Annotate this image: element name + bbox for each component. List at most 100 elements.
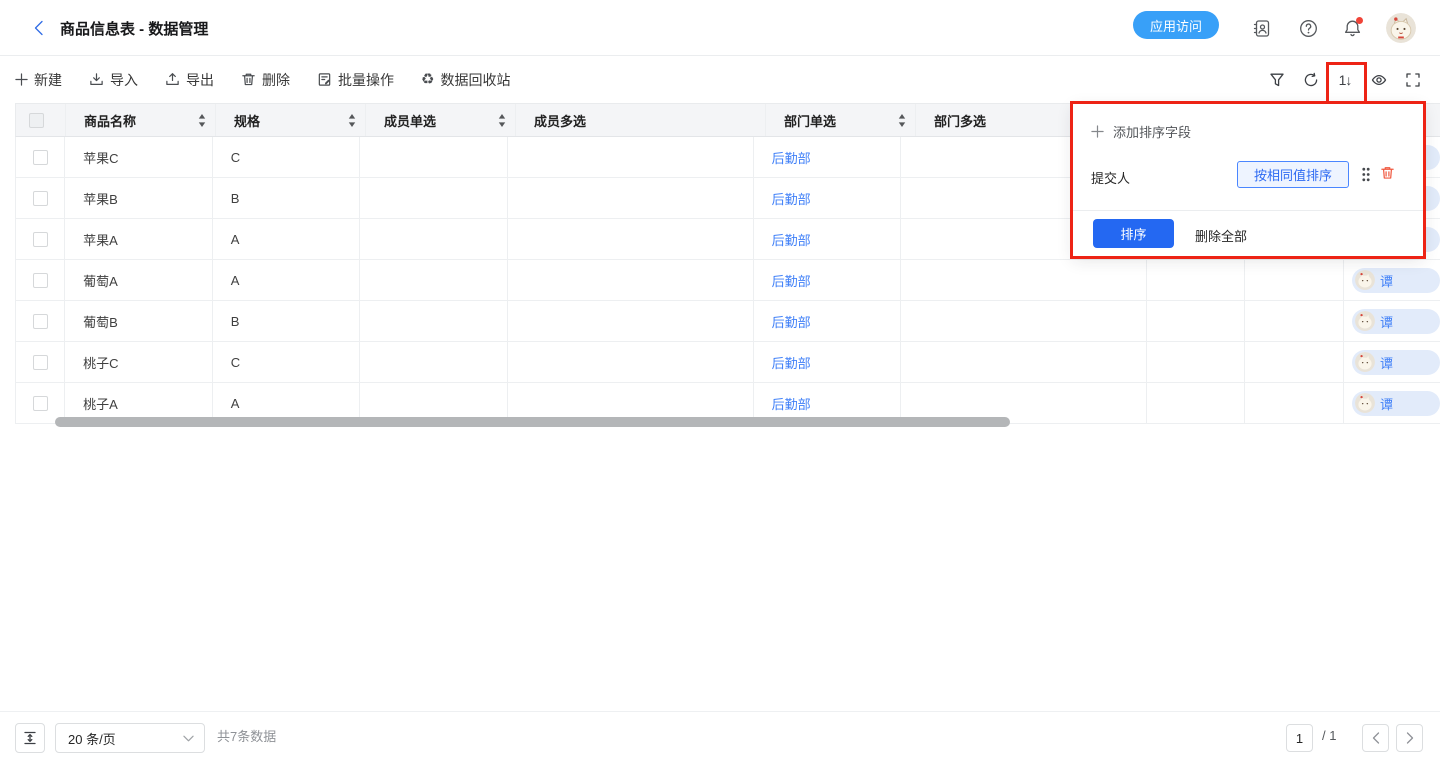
- submitter-tag[interactable]: 谭: [1352, 309, 1440, 334]
- dept-link[interactable]: 后勤部: [772, 312, 811, 331]
- batch-operation-button[interactable]: 批量操作: [317, 70, 394, 90]
- row-height-icon: [23, 731, 37, 745]
- delete-button[interactable]: 删除: [241, 70, 290, 90]
- column-header-spec[interactable]: 规格: [234, 111, 260, 130]
- new-record-button[interactable]: 新建: [15, 70, 62, 90]
- add-sort-field-label: 添加排序字段: [1113, 122, 1191, 141]
- column-header-product-name[interactable]: 商品名称: [84, 111, 136, 130]
- submitter-name: 谭: [1380, 312, 1393, 331]
- cell-product-name: 苹果A: [83, 230, 118, 249]
- table-row[interactable]: 葡萄B B 后勤部 谭: [15, 301, 1440, 342]
- app-window: { "header": { "title": "商品信息表 - 数据管理", "…: [0, 0, 1440, 757]
- hide-fields-eye-icon[interactable]: [1371, 72, 1387, 88]
- notification-bell-icon[interactable]: [1343, 19, 1362, 38]
- import-button[interactable]: 导入: [89, 70, 138, 90]
- contacts-icon[interactable]: [1252, 19, 1271, 38]
- chevron-down-icon: [183, 735, 194, 742]
- cell-product-name: 葡萄B: [83, 312, 118, 331]
- sort-arrows-icon[interactable]: [898, 114, 906, 127]
- cat-avatar-image: [1386, 13, 1416, 43]
- cell-product-name: 桃子C: [83, 353, 118, 372]
- submitter-name: 谭: [1380, 353, 1393, 372]
- user-avatar[interactable]: [1386, 13, 1416, 43]
- next-page-button[interactable]: [1396, 724, 1423, 752]
- column-header-member-single[interactable]: 成员单选: [384, 111, 436, 130]
- prev-page-button[interactable]: [1362, 724, 1389, 752]
- dept-link[interactable]: 后勤部: [772, 353, 811, 372]
- submitter-avatar: [1355, 270, 1375, 290]
- import-label: 导入: [110, 70, 138, 90]
- help-icon[interactable]: [1299, 19, 1318, 38]
- table-row[interactable]: 葡萄A A 后勤部 谭: [15, 260, 1440, 301]
- cell-product-name: 苹果C: [83, 148, 118, 167]
- sort-by-same-value-button[interactable]: 按相同值排序: [1237, 161, 1349, 188]
- sort-arrows-icon[interactable]: [198, 114, 206, 127]
- column-header-member-multi[interactable]: 成员多选: [534, 111, 586, 130]
- back-button[interactable]: [30, 19, 48, 37]
- recycle-icon: ♻: [421, 72, 434, 87]
- column-header-dept-multi[interactable]: 部门多选: [934, 111, 986, 130]
- submitter-tag[interactable]: 谭: [1352, 391, 1440, 416]
- sort-arrows-icon[interactable]: [498, 114, 506, 127]
- cell-spec: B: [231, 314, 240, 329]
- delete-label: 删除: [262, 70, 290, 90]
- cell-spec: A: [231, 232, 240, 247]
- row-checkbox[interactable]: [33, 273, 48, 288]
- submitter-name: 谭: [1380, 271, 1393, 290]
- back-chevron-icon: [30, 19, 48, 37]
- row-checkbox[interactable]: [33, 191, 48, 206]
- dept-link[interactable]: 后勤部: [772, 394, 811, 413]
- total-pages-text: / 1: [1322, 712, 1336, 758]
- dept-link[interactable]: 后勤部: [772, 271, 811, 290]
- submitter-tag[interactable]: 谭: [1352, 350, 1440, 375]
- new-record-label: 新建: [34, 70, 62, 90]
- dept-link[interactable]: 后勤部: [772, 230, 811, 249]
- row-checkbox[interactable]: [33, 396, 48, 411]
- current-page-input[interactable]: [1286, 724, 1313, 752]
- submitter-avatar: [1355, 352, 1375, 372]
- sort-popup: 添加排序字段 提交人 按相同值排序 排序 删除全部: [1073, 104, 1423, 256]
- cell-spec: B: [231, 191, 240, 206]
- notification-dot: [1356, 17, 1363, 24]
- row-checkbox[interactable]: [33, 232, 48, 247]
- row-checkbox[interactable]: [33, 355, 48, 370]
- horizontal-scrollbar[interactable]: [55, 417, 1010, 427]
- sort-arrows-icon[interactable]: [348, 114, 356, 127]
- cell-product-name: 桃子A: [83, 394, 118, 413]
- plus-icon: [1091, 125, 1104, 138]
- sort-icon[interactable]: 1↓: [1337, 72, 1353, 88]
- row-checkbox[interactable]: [33, 150, 48, 165]
- export-icon: [165, 72, 180, 87]
- row-height-button[interactable]: [15, 723, 45, 753]
- export-button[interactable]: 导出: [165, 70, 214, 90]
- add-sort-field-button[interactable]: 添加排序字段: [1091, 122, 1191, 141]
- refresh-icon[interactable]: [1303, 72, 1319, 88]
- column-header-dept-single[interactable]: 部门单选: [784, 111, 836, 130]
- sort-field-name: 提交人: [1091, 168, 1130, 187]
- fullscreen-icon[interactable]: [1405, 72, 1421, 88]
- dept-link[interactable]: 后勤部: [772, 148, 811, 167]
- recycle-bin-button[interactable]: ♻ 数据回收站: [421, 70, 510, 90]
- select-all-checkbox[interactable]: [29, 113, 44, 128]
- cell-spec: A: [231, 273, 240, 288]
- delete-sort-field-icon[interactable]: [1380, 165, 1395, 181]
- apply-sort-button[interactable]: 排序: [1093, 219, 1174, 248]
- table-row[interactable]: 桃子C C 后勤部 谭: [15, 342, 1440, 383]
- dept-link[interactable]: 后勤部: [772, 189, 811, 208]
- cell-spec: C: [231, 150, 240, 165]
- popup-divider: [1073, 210, 1423, 211]
- page-size-value: 20 条/页: [68, 729, 116, 748]
- total-records-text: 共7条数据: [217, 712, 276, 758]
- recycle-bin-label: 数据回收站: [440, 70, 510, 90]
- page-size-select[interactable]: 20 条/页: [55, 723, 205, 753]
- cell-product-name: 葡萄A: [83, 271, 118, 290]
- filter-icon[interactable]: [1269, 72, 1285, 88]
- row-checkbox[interactable]: [33, 314, 48, 329]
- clear-all-sorts-button[interactable]: 删除全部: [1195, 226, 1247, 245]
- drag-handle-icon[interactable]: [1362, 167, 1370, 182]
- app-access-button[interactable]: 应用访问: [1133, 11, 1219, 39]
- submitter-avatar: [1355, 393, 1375, 413]
- submitter-tag[interactable]: 谭: [1352, 268, 1440, 293]
- chevron-left-icon: [1372, 732, 1380, 744]
- pagination-footer: 20 条/页 共7条数据 / 1: [0, 711, 1440, 757]
